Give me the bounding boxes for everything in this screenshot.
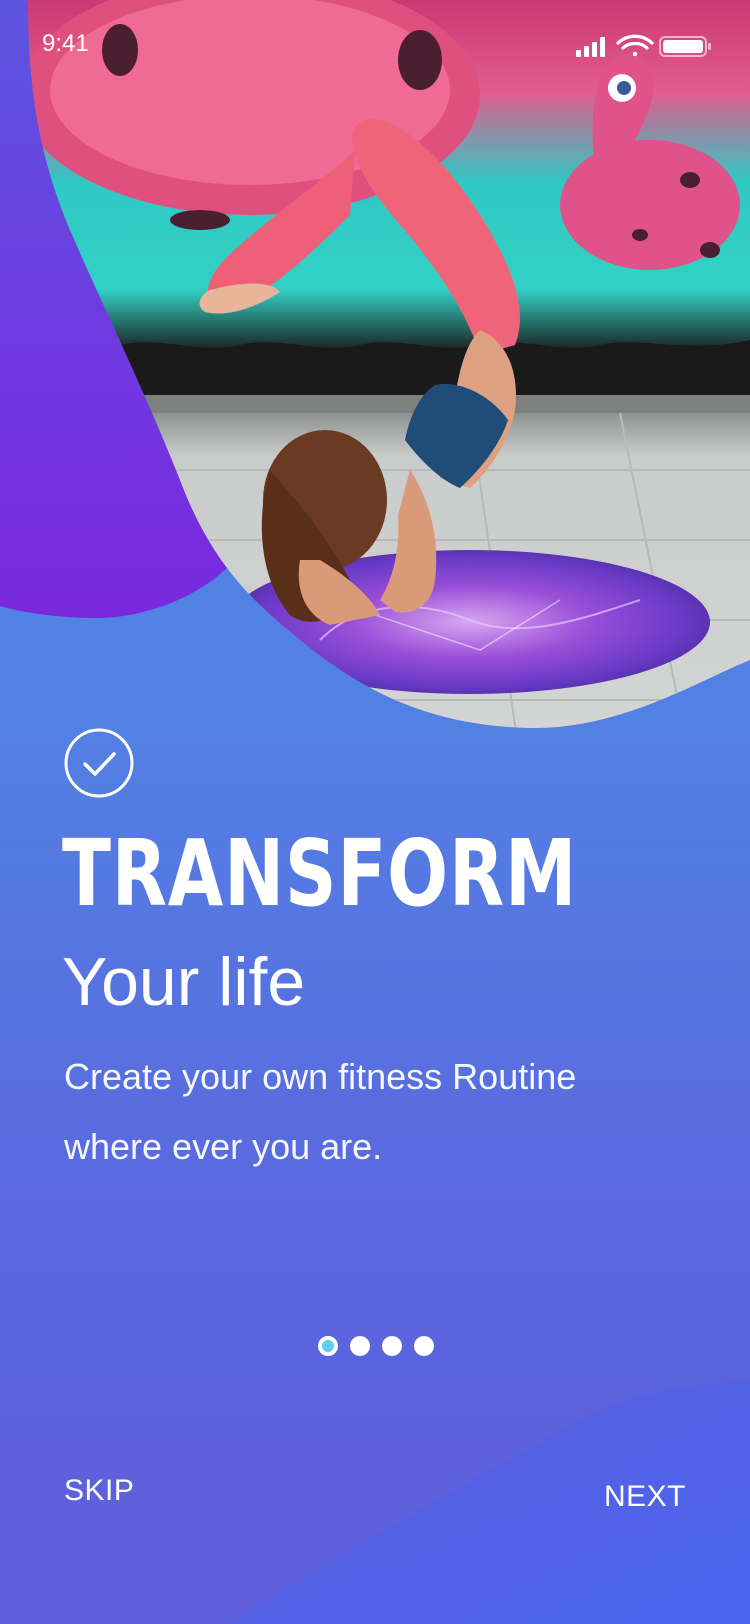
- wifi-icon: [616, 34, 654, 57]
- page-subtitle: Your life: [62, 944, 306, 1020]
- page-title: TRANSFORM: [62, 820, 578, 927]
- pagination-dot-3[interactable]: [382, 1336, 402, 1356]
- status-bar: 9:41: [0, 0, 750, 88]
- description-line-2: where ever you are.: [64, 1126, 383, 1167]
- check-circle-icon: [64, 728, 134, 798]
- description-line-1: Create your own fitness Routine: [64, 1056, 577, 1097]
- pagination-dots: [318, 1336, 438, 1358]
- next-button[interactable]: NEXT: [604, 1480, 686, 1514]
- onboarding-screen: 9:41 TRANSFORM Your life Create your own…: [0, 0, 750, 1624]
- status-icons: [576, 34, 711, 57]
- pagination-dot-4[interactable]: [414, 1336, 434, 1356]
- status-time: 9:41: [42, 30, 89, 57]
- skip-button[interactable]: SKIP: [64, 1474, 134, 1508]
- signal-icon: [576, 37, 605, 57]
- description-text: Create your own fitness Routine where ev…: [64, 1042, 704, 1182]
- pagination-dot-1[interactable]: [318, 1336, 338, 1356]
- pagination-dot-2[interactable]: [350, 1336, 370, 1356]
- battery-icon: [659, 36, 711, 57]
- background-art: [0, 0, 750, 1624]
